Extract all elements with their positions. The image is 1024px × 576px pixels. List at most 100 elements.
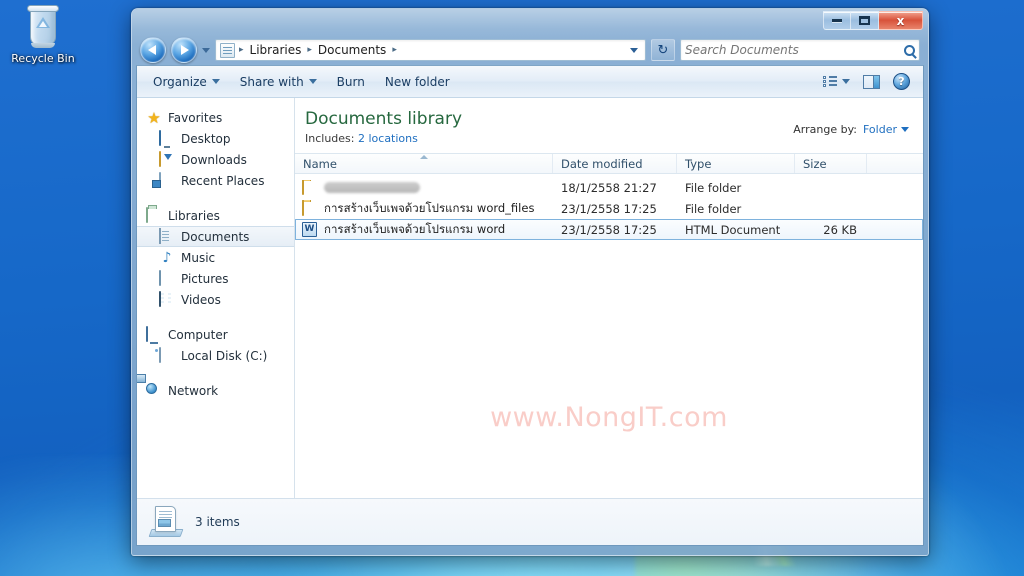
maximize-icon [859, 16, 870, 25]
arrange-by-value[interactable]: Folder [863, 123, 909, 136]
table-row[interactable]: 18/1/2558 21:27 File folder [295, 177, 923, 198]
sidebar-item-local-disk[interactable]: Local Disk (C:) [137, 345, 294, 366]
sidebar-label-downloads: Downloads [181, 152, 247, 167]
column-label-name: Name [303, 156, 337, 171]
breadcrumb-documents[interactable]: Documents [316, 42, 388, 58]
sidebar-item-videos[interactable]: Videos [137, 289, 294, 310]
explorer-window[interactable]: x ▸ Libraries ▸ Documents ▸ ↻ Search Doc… [131, 8, 929, 556]
table-row[interactable]: W การสร้างเว็บเพจด้วยโปรแกรม word 23/1/2… [295, 219, 923, 240]
explorer-body: ★ Favorites Desktop Downloads Recent Pla… [137, 98, 923, 498]
share-with-button[interactable]: Share with [230, 70, 327, 94]
star-icon: ★ [147, 108, 161, 127]
html-document-icon: W [302, 221, 318, 238]
column-header-row: Name Date modified Type Size [295, 153, 923, 174]
library-crumb-icon [220, 42, 235, 58]
file-type-cell: File folder [685, 201, 742, 216]
column-header-date-modified[interactable]: Date modified [553, 154, 677, 173]
minimize-button[interactable] [823, 11, 851, 30]
chevron-down-icon [842, 79, 850, 84]
refresh-button[interactable]: ↻ [651, 39, 675, 61]
nav-group-computer: Computer Local Disk (C:) [137, 324, 294, 366]
libraries-icon [146, 206, 162, 224]
table-row[interactable]: การสร้างเว็บเพจด้วยโปรแกรม word_files 23… [295, 198, 923, 219]
toolbar-right-group: ? [818, 70, 917, 93]
sidebar-label-favorites: Favorites [168, 110, 223, 125]
disk-icon [159, 346, 175, 364]
breadcrumb-separator-icon[interactable]: ▸ [237, 45, 246, 55]
library-header: Documents library Includes: 2 locations … [295, 98, 923, 153]
column-label-type: Type [685, 156, 712, 171]
search-box[interactable] [680, 39, 920, 61]
sidebar-item-downloads[interactable]: Downloads [137, 149, 294, 170]
chevron-down-icon [901, 127, 909, 132]
documents-icon [159, 227, 175, 245]
recent-pages-chevron-icon[interactable] [202, 47, 210, 53]
sidebar-item-documents[interactable]: Documents [137, 226, 294, 247]
preview-pane-button[interactable] [858, 72, 885, 92]
includes-locations-link[interactable]: 2 locations [358, 132, 418, 145]
column-header-size[interactable]: Size [795, 154, 867, 173]
desktop[interactable]: Recycle Bin x ▸ Libraries ▸ Documents ▸ … [0, 0, 1024, 576]
sidebar-label-computer: Computer [168, 327, 228, 342]
downloads-icon [159, 150, 175, 168]
file-list[interactable]: 18/1/2558 21:27 File folder การสร้างเว็บ… [295, 174, 923, 498]
file-date-cell: 23/1/2558 17:25 [561, 222, 657, 237]
search-input[interactable] [685, 43, 904, 57]
breadcrumb-separator-icon[interactable]: ▸ [390, 45, 399, 55]
recycle-bin-icon [21, 4, 65, 50]
sidebar-item-desktop[interactable]: Desktop [137, 128, 294, 149]
new-folder-button[interactable]: New folder [375, 70, 460, 94]
help-button[interactable]: ? [888, 70, 915, 93]
column-header-name[interactable]: Name [295, 154, 553, 173]
address-dropdown-icon[interactable] [630, 47, 638, 53]
nav-group-libraries: Libraries Documents ♪ Music Pictures Vid… [137, 205, 294, 310]
sidebar-item-recent-places[interactable]: Recent Places [137, 170, 294, 191]
sidebar-item-pictures[interactable]: Pictures [137, 268, 294, 289]
folder-icon [302, 179, 318, 196]
file-date-cell: 23/1/2558 17:25 [561, 201, 657, 216]
sidebar-item-libraries[interactable]: Libraries [137, 205, 294, 226]
back-arrow-icon [148, 45, 156, 55]
nav-group-favorites: ★ Favorites Desktop Downloads Recent Pla… [137, 107, 294, 191]
sidebar-item-favorites[interactable]: ★ Favorites [137, 107, 294, 128]
status-document-icon [148, 505, 184, 539]
sidebar-label-network: Network [168, 383, 219, 398]
redacted-file-name [324, 182, 420, 193]
window-controls: x [823, 11, 923, 30]
maximize-button[interactable] [851, 11, 879, 30]
folder-icon [302, 199, 318, 217]
column-header-type[interactable]: Type [677, 154, 795, 173]
address-row: ▸ Libraries ▸ Documents ▸ ↻ [136, 35, 924, 65]
computer-icon [146, 325, 162, 343]
search-icon [904, 44, 915, 56]
breadcrumb-separator-icon[interactable]: ▸ [305, 45, 314, 55]
sidebar-item-music[interactable]: ♪ Music [137, 247, 294, 268]
sidebar-item-network[interactable]: Network [137, 380, 294, 401]
arrange-by-label: Arrange by: [793, 123, 857, 136]
status-item-count: 3 items [195, 515, 240, 529]
refresh-icon: ↻ [657, 42, 669, 58]
breadcrumb-libraries[interactable]: Libraries [248, 42, 304, 58]
burn-button[interactable]: Burn [327, 70, 375, 94]
sidebar-label-videos: Videos [181, 292, 221, 307]
recycle-bin-label: Recycle Bin [11, 52, 75, 65]
file-size-cell: 26 KB [823, 222, 857, 237]
title-bar[interactable]: x [136, 9, 924, 35]
arrange-by-control[interactable]: Arrange by: Folder [793, 109, 909, 136]
forward-button[interactable] [171, 37, 197, 63]
content-pane[interactable]: Documents library Includes: 2 locations … [295, 98, 923, 498]
close-button[interactable]: x [879, 11, 923, 30]
address-bar[interactable]: ▸ Libraries ▸ Documents ▸ [215, 39, 646, 61]
recent-places-icon [159, 171, 175, 189]
sidebar-label-pictures: Pictures [181, 271, 229, 286]
command-toolbar: Organize Share with Burn New folder ? [137, 66, 923, 98]
sidebar-item-computer[interactable]: Computer [137, 324, 294, 345]
page-title: Documents library [305, 109, 463, 129]
recycle-bin-shortcut[interactable]: Recycle Bin [6, 2, 80, 65]
file-name-cell: W การสร้างเว็บเพจด้วยโปรแกรม word [295, 221, 553, 239]
change-view-button[interactable] [818, 72, 855, 91]
organize-button[interactable]: Organize [143, 70, 230, 94]
navigation-pane[interactable]: ★ Favorites Desktop Downloads Recent Pla… [137, 98, 295, 498]
back-button[interactable] [140, 37, 166, 63]
site-watermark: www.NongIT.com [490, 402, 728, 433]
